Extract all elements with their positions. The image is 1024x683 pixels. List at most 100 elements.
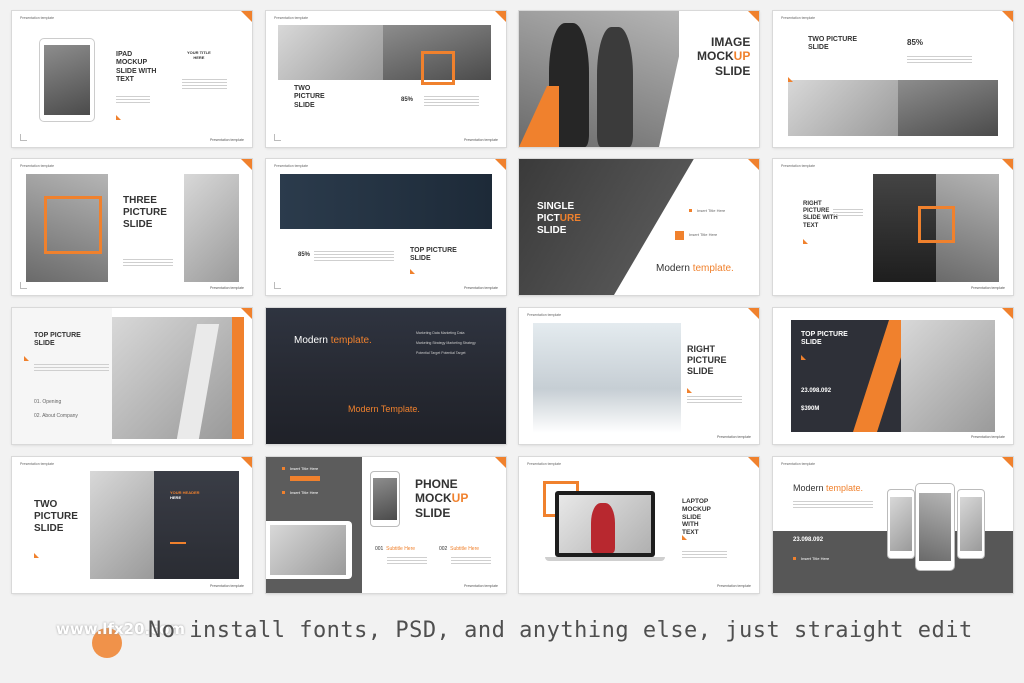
slide-footer: Presentation template <box>716 584 751 588</box>
corner-accent <box>1002 11 1013 22</box>
dark-panel <box>154 471 239 579</box>
accent-triangle <box>410 269 415 274</box>
slide-two-picture-1[interactable]: Presentation template TWO PICTURE SLIDE … <box>266 11 506 147</box>
agenda-item-2: 02. About Company <box>34 413 78 419</box>
modern-template-tag: Modern template. <box>656 263 734 274</box>
slide-thumbnail-grid: Presentation template IPAD MOCKUP SLIDE … <box>0 0 1024 683</box>
slide-title: SINGLE <box>537 201 575 212</box>
slide-top-picture-stats[interactable]: TOP PICTURE SLIDE 23.098.092 $390M Prese… <box>773 308 1013 444</box>
phone-frame <box>887 489 915 559</box>
phone-frame <box>957 489 985 559</box>
slide-image-mockup[interactable]: IMAGE MOCKUP SLIDE <box>519 11 759 147</box>
stat-number: 23.098.092 <box>793 537 824 543</box>
slide-header: Presentation template <box>781 16 816 20</box>
slide-phone-mockup[interactable]: Insert Title Here Insert Title Here PHON… <box>266 457 506 593</box>
slide-title: RIGHT <box>687 344 715 354</box>
corner-bracket <box>20 282 27 289</box>
corner-accent <box>748 159 759 170</box>
slide-footer: Presentation template <box>463 286 498 290</box>
slide-title: TWO <box>294 85 311 92</box>
slide-header: Presentation template <box>20 164 55 168</box>
bullet-marker <box>282 491 285 494</box>
slide-footer: Presentation template <box>970 286 1005 290</box>
corner-accent <box>241 308 252 319</box>
woman-photo <box>898 80 998 136</box>
slide-title: TOP PICTURE <box>801 331 848 338</box>
insert-title-1: Insert Title Here <box>697 208 726 213</box>
slide-footer: Presentation template <box>463 138 498 142</box>
phone-screen <box>373 478 397 520</box>
accent-triangle <box>24 356 29 361</box>
accent-triangle <box>788 77 793 82</box>
subtitle-num-2: 002 <box>439 546 448 552</box>
orange-frame <box>421 51 455 85</box>
accent-triangle <box>801 355 806 360</box>
list-item-2: Marketing Strategy Marketing Strategy <box>416 341 476 345</box>
accent-triangle <box>116 115 121 120</box>
modern-template-heading: Modern template. <box>294 335 372 346</box>
slide-modern-template-dark[interactable]: Modern template. Marketing Data Marketin… <box>266 308 506 444</box>
orange-underline <box>170 542 186 544</box>
corner-accent <box>1002 159 1013 170</box>
list-item-1: Marketing Data Marketing Data <box>416 331 465 335</box>
rope-photo <box>788 80 898 136</box>
insert-title-2: Insert Title Here <box>689 232 718 237</box>
slide-title: TOP PICTURE <box>410 247 457 254</box>
slide-two-picture-3[interactable]: Presentation template TWO PICTURE SLIDE … <box>12 457 252 593</box>
bullet-marker <box>793 557 796 560</box>
slide-right-picture-text[interactable]: Presentation template RIGHT PICTURE SLID… <box>773 159 1013 295</box>
slide-title: LAPTOP <box>682 498 709 505</box>
woman-phone-photo <box>901 320 995 432</box>
slide-top-picture-2[interactable]: TOP PICTURE SLIDE 01. Opening 02. About … <box>12 308 252 444</box>
left-panel <box>12 308 112 444</box>
corner-accent <box>495 11 506 22</box>
slide-title: TWO PICTURE <box>808 36 857 43</box>
slide-header: Presentation template <box>20 16 55 20</box>
corner-accent <box>241 11 252 22</box>
slide-header: Presentation template <box>527 313 562 317</box>
lamp-photo <box>184 174 239 282</box>
photo-left <box>278 25 383 80</box>
slide-modern-template-phones[interactable]: Presentation template Modern template. 2… <box>773 457 1013 593</box>
phone-screen <box>960 497 982 551</box>
accent-triangle <box>34 553 39 558</box>
slide-title: THREE <box>123 195 157 206</box>
laptop-base <box>545 557 665 561</box>
accent-triangle <box>803 239 808 244</box>
modern-template-heading: Modern template. <box>793 483 864 493</box>
slide-title: IMAGE <box>711 35 751 49</box>
caption-text: No install fonts, PSD, and anything else… <box>148 618 973 643</box>
tablet-mockup <box>266 521 352 579</box>
phone-frame <box>915 483 955 571</box>
subtitle-2: Subtitle Here <box>450 546 480 552</box>
slide-footer: Presentation template <box>463 584 498 588</box>
orange-frame <box>44 196 102 254</box>
slide-three-picture[interactable]: Presentation template THREE PICTURE SLID… <box>12 159 252 295</box>
corner-accent <box>241 159 252 170</box>
corner-accent <box>1002 308 1013 319</box>
slide-title: TWO <box>34 499 58 510</box>
slide-top-picture-1[interactable]: Presentation template 85% TOP PICTURE SL… <box>266 159 506 295</box>
slide-two-picture-2[interactable]: Presentation template TWO PICTURE SLIDE … <box>773 11 1013 147</box>
corner-accent <box>495 457 506 468</box>
corner-accent <box>748 308 759 319</box>
phone-screen <box>890 497 912 551</box>
slide-right-picture[interactable]: Presentation template RIGHT PICTURE SLID… <box>519 308 759 444</box>
slide-footer: Presentation template <box>209 138 244 142</box>
seaside-photo <box>533 323 681 433</box>
slide-footer: Presentation template <box>716 435 751 439</box>
agenda-item-1: 01. Opening <box>34 399 62 405</box>
stat-number: 23.098.092 <box>801 388 832 394</box>
slide-ipad-mockup[interactable]: Presentation template IPAD MOCKUP SLIDE … <box>12 11 252 147</box>
meeting-photo <box>270 525 346 575</box>
corner-accent <box>1002 457 1013 468</box>
slide-laptop-mockup[interactable]: Presentation template LAPTOP MOCKUP SLID… <box>519 457 759 593</box>
insert-title: Insert Title Here <box>801 556 830 561</box>
slide-single-picture[interactable]: SINGLE PICTURE SLIDE Insert Title Here I… <box>519 159 759 295</box>
dark-background <box>266 308 506 444</box>
slide-title: TOP PICTURE <box>34 332 81 339</box>
ipad-frame <box>39 38 95 122</box>
percent-stat: 85% <box>298 252 311 258</box>
slide-title: IPAD <box>116 51 133 58</box>
phone-screen <box>919 493 951 561</box>
